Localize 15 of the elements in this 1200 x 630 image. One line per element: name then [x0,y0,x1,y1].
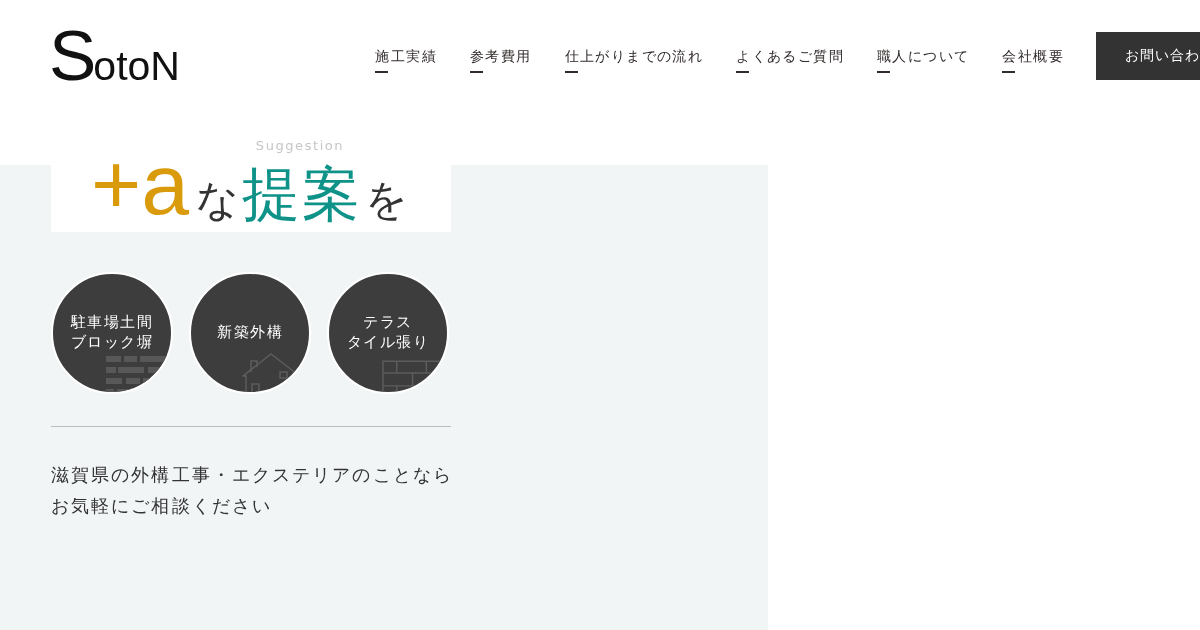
logo[interactable]: SotoN [49,30,180,82]
category-link[interactable]: 駐車場土間 ブロック塀 [51,272,173,394]
contact-button[interactable]: お問い合わ [1096,32,1200,80]
nav-link[interactable]: よくあるご質問 [736,46,844,73]
nav-link[interactable]: 参考費用 [469,46,532,73]
category-link[interactable]: 新築外構 [189,272,311,394]
nav-link[interactable]: 施工実績 [375,46,437,73]
nav-link[interactable]: 職人について [877,46,970,73]
category-link[interactable]: テラス タイル張り [327,272,449,394]
section-heading: +a な提案 を [51,165,451,232]
nav-link[interactable]: 会社概要 [1002,46,1064,73]
description-text: 滋賀県の外構工事・エクステリアのことなら お気軽にご相談ください [51,464,454,518]
brick-wall-icon [106,356,168,392]
nav-link[interactable]: 仕上がりまでの流れ [564,46,704,73]
section-subtitle: Suggestion [255,138,345,153]
